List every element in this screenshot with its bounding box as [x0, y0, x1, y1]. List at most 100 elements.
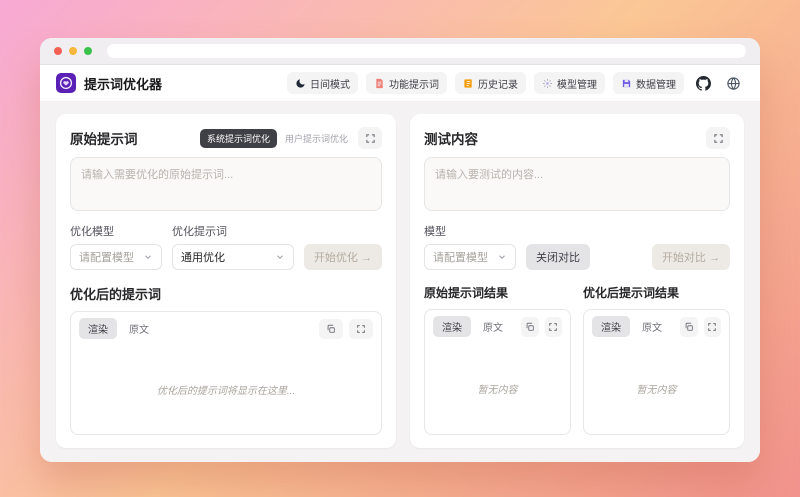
nav-label: 模型管理	[557, 79, 597, 91]
chevron-down-icon	[277, 255, 283, 260]
optimize-mode-toggle: 系统提示词优化 用户提示词优化	[199, 128, 350, 148]
app-logo-icon	[56, 73, 76, 93]
optimize-template-label: 优化提示词	[172, 226, 227, 238]
model-manager-button[interactable]: 模型管理	[534, 72, 605, 94]
test-model-field: 模型 请配置模型	[424, 223, 516, 270]
optimize-controls: 优化模型 请配置模型 优化提示词 通用优化 开始优化 →	[70, 223, 382, 270]
start-optimize-button[interactable]: 开始优化 →	[303, 244, 382, 270]
history-button[interactable]: 历史记录	[455, 72, 526, 94]
app-header: 提示词优化器 日间模式 功能提示词 历史记录 模型管理 数据管理	[40, 65, 760, 102]
address-bar[interactable]	[107, 44, 746, 58]
close-window-button[interactable]	[54, 47, 62, 55]
moon-icon	[296, 78, 305, 88]
main-content: 原始提示词 系统提示词优化 用户提示词优化 优化模型 请配置模型	[40, 102, 760, 462]
optimize-template-select[interactable]: 通用优化	[172, 244, 294, 270]
optimized-result-body: 暂无内容	[584, 343, 729, 434]
expand-icon	[357, 324, 365, 333]
theme-toggle-button[interactable]: 日间模式	[287, 72, 358, 94]
expand-result-button[interactable]	[703, 316, 721, 337]
optimized-prompt-section-title: 优化后的提示词	[70, 287, 162, 302]
test-content-input[interactable]	[424, 157, 730, 211]
github-icon	[695, 75, 711, 91]
optimized-output-empty-text: 优化后的提示词将显示在这里...	[156, 386, 296, 397]
original-result-body: 暂无内容	[425, 343, 570, 434]
prompt-panel-title: 原始提示词	[70, 132, 138, 147]
test-model-label: 模型	[424, 226, 446, 238]
desktop-background: 提示词优化器 日间模式 功能提示词 历史记录 模型管理 数据管理 原始提示词 系…	[0, 0, 800, 497]
start-compare-button[interactable]: 开始对比 →	[651, 244, 730, 270]
prompt-panel-header: 原始提示词 系统提示词优化 用户提示词优化	[70, 127, 382, 149]
nav-label: 日间模式	[310, 79, 350, 91]
copy-icon	[327, 324, 335, 333]
render-view-tab[interactable]: 渲染	[592, 316, 630, 337]
original-result-card: 渲染 原文 暂无内容	[424, 309, 571, 435]
copy-result-button[interactable]	[680, 316, 698, 337]
original-result-empty-text: 暂无内容	[477, 385, 518, 396]
toggle-compare-button[interactable]: 关闭对比	[526, 244, 590, 270]
test-model-select[interactable]: 请配置模型	[424, 244, 516, 270]
prompt-panel: 原始提示词 系统提示词优化 用户提示词优化 优化模型 请配置模型	[56, 114, 396, 448]
expand-icon	[549, 322, 558, 331]
optimized-output-body: 优化后的提示词将显示在这里...	[71, 345, 381, 434]
test-panel-title: 测试内容	[424, 132, 478, 147]
original-result-toolbar: 渲染 原文	[425, 310, 570, 343]
zoom-window-button[interactable]	[84, 47, 92, 55]
optimize-model-select[interactable]: 请配置模型	[70, 244, 162, 270]
compare-results: 原始提示词结果 渲染 原文 暂无内容 优化后提示词结果 渲染 原文 暂无内容	[424, 284, 730, 435]
optimized-result-toolbar: 渲染 原文	[584, 310, 729, 343]
test-controls: 模型 请配置模型 关闭对比 开始对比 →	[424, 223, 730, 270]
render-view-tab[interactable]: 渲染	[79, 318, 117, 339]
model-icon	[543, 78, 552, 88]
expand-output-button[interactable]	[349, 318, 373, 339]
github-link-button[interactable]	[692, 72, 714, 94]
nav-label: 历史记录	[478, 79, 518, 91]
history-icon	[464, 78, 472, 88]
select-value: 请配置模型	[433, 252, 488, 264]
expand-test-button[interactable]	[706, 127, 730, 149]
copy-output-button[interactable]	[319, 318, 343, 339]
original-result-column: 原始提示词结果 渲染 原文 暂无内容	[424, 284, 571, 435]
language-switch-button[interactable]	[722, 72, 744, 94]
expand-prompt-button[interactable]	[358, 127, 382, 149]
optimized-result-card: 渲染 原文 暂无内容	[583, 309, 730, 435]
optimized-result-title: 优化后提示词结果	[583, 286, 680, 300]
nav-label: 数据管理	[636, 79, 676, 91]
render-view-tab[interactable]: 渲染	[433, 316, 471, 337]
globe-icon	[726, 76, 740, 90]
optimized-prompt-output: 渲染 原文 优化后的提示词将显示在这里...	[70, 311, 382, 435]
template-icon	[376, 78, 383, 88]
data-icon	[622, 79, 631, 87]
nav-label: 功能提示词	[389, 79, 439, 91]
chevron-down-icon	[145, 255, 151, 260]
expand-icon	[713, 133, 723, 143]
minimize-window-button[interactable]	[69, 47, 77, 55]
source-view-tab[interactable]: 原文	[477, 316, 509, 337]
system-prompt-mode-button[interactable]: 系统提示词优化	[199, 128, 277, 148]
test-panel-header: 测试内容	[424, 127, 730, 149]
data-manager-button[interactable]: 数据管理	[613, 72, 684, 94]
browser-window: 提示词优化器 日间模式 功能提示词 历史记录 模型管理 数据管理 原始提示词 系…	[40, 38, 760, 462]
optimize-template-field: 优化提示词 通用优化	[172, 223, 294, 270]
select-value: 通用优化	[181, 252, 225, 264]
optimized-output-toolbar: 渲染 原文	[71, 312, 381, 345]
copy-result-button[interactable]	[521, 316, 539, 337]
optimized-result-column: 优化后提示词结果 渲染 原文 暂无内容	[583, 284, 730, 435]
expand-icon	[365, 133, 375, 143]
user-prompt-mode-button[interactable]: 用户提示词优化	[283, 129, 350, 148]
chevron-down-icon	[499, 255, 505, 260]
original-result-title: 原始提示词结果	[424, 286, 509, 300]
source-view-tab[interactable]: 原文	[636, 316, 668, 337]
optimize-model-field: 优化模型 请配置模型	[70, 223, 162, 270]
source-view-tab[interactable]: 原文	[123, 318, 155, 339]
header-nav: 日间模式 功能提示词 历史记录 模型管理 数据管理	[287, 72, 744, 94]
page-title: 提示词优化器	[84, 76, 163, 92]
original-prompt-input[interactable]	[70, 157, 382, 211]
test-panel: 测试内容 模型 请配置模型 关闭对比	[410, 114, 744, 448]
expand-icon	[708, 322, 717, 331]
expand-result-button[interactable]	[544, 316, 562, 337]
optimize-model-label: 优化模型	[70, 226, 114, 238]
optimized-result-empty-text: 暂无内容	[636, 385, 677, 396]
function-prompts-button[interactable]: 功能提示词	[366, 72, 447, 94]
browser-titlebar	[40, 38, 760, 65]
copy-icon	[685, 322, 693, 331]
